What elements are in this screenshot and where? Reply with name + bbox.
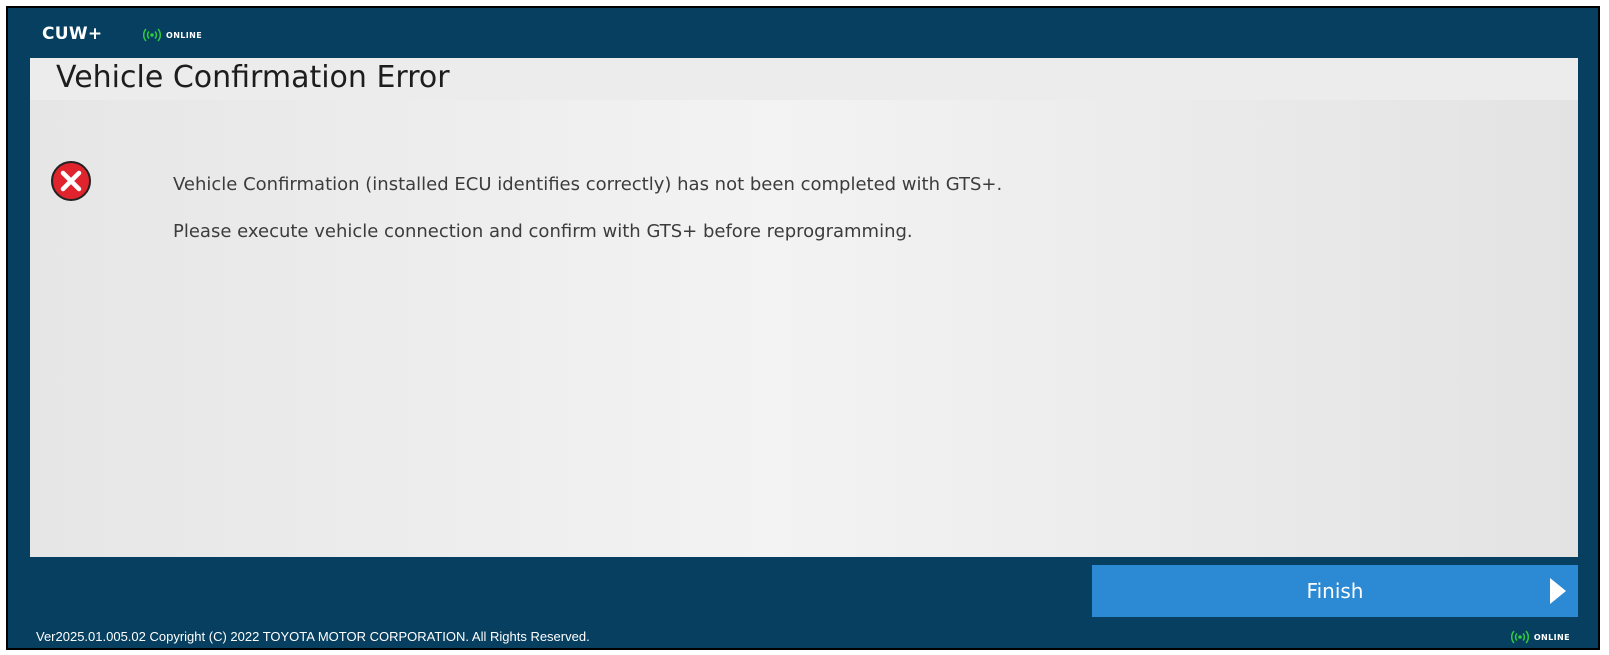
footer-online-label: ONLINE bbox=[1533, 632, 1570, 642]
error-content: Vehicle Confirmation (installed ECU iden… bbox=[30, 100, 1578, 557]
action-bar: Finish bbox=[30, 557, 1578, 617]
app-frame: CUW+ ONLINE Vehicle Confirmation Error V… bbox=[6, 6, 1600, 650]
signal-icon bbox=[1510, 630, 1529, 644]
error-message-line-2: Please execute vehicle connection and co… bbox=[173, 221, 913, 242]
app-logo: CUW+ bbox=[42, 24, 103, 44]
title-bar: Vehicle Confirmation Error bbox=[30, 58, 1578, 101]
arrow-right-icon bbox=[1550, 578, 1566, 604]
footer: Ver2025.01.005.02 Copyright (C) 2022 TOY… bbox=[8, 620, 1598, 650]
app-window: CUW+ ONLINE Vehicle Confirmation Error V… bbox=[0, 0, 1609, 655]
footer-online-status: ONLINE bbox=[1510, 630, 1570, 644]
online-status: ONLINE bbox=[142, 28, 202, 42]
page-title: Vehicle Confirmation Error bbox=[56, 60, 450, 95]
finish-button[interactable]: Finish bbox=[1092, 565, 1578, 617]
online-label: ONLINE bbox=[166, 30, 203, 40]
error-message-line-1: Vehicle Confirmation (installed ECU iden… bbox=[173, 174, 1003, 195]
signal-icon bbox=[142, 28, 162, 42]
version-copyright: Ver2025.01.005.02 Copyright (C) 2022 TOY… bbox=[36, 629, 590, 644]
finish-button-label: Finish bbox=[1306, 579, 1364, 603]
error-x-icon bbox=[51, 161, 91, 201]
top-bar: CUW+ ONLINE bbox=[8, 8, 1598, 60]
